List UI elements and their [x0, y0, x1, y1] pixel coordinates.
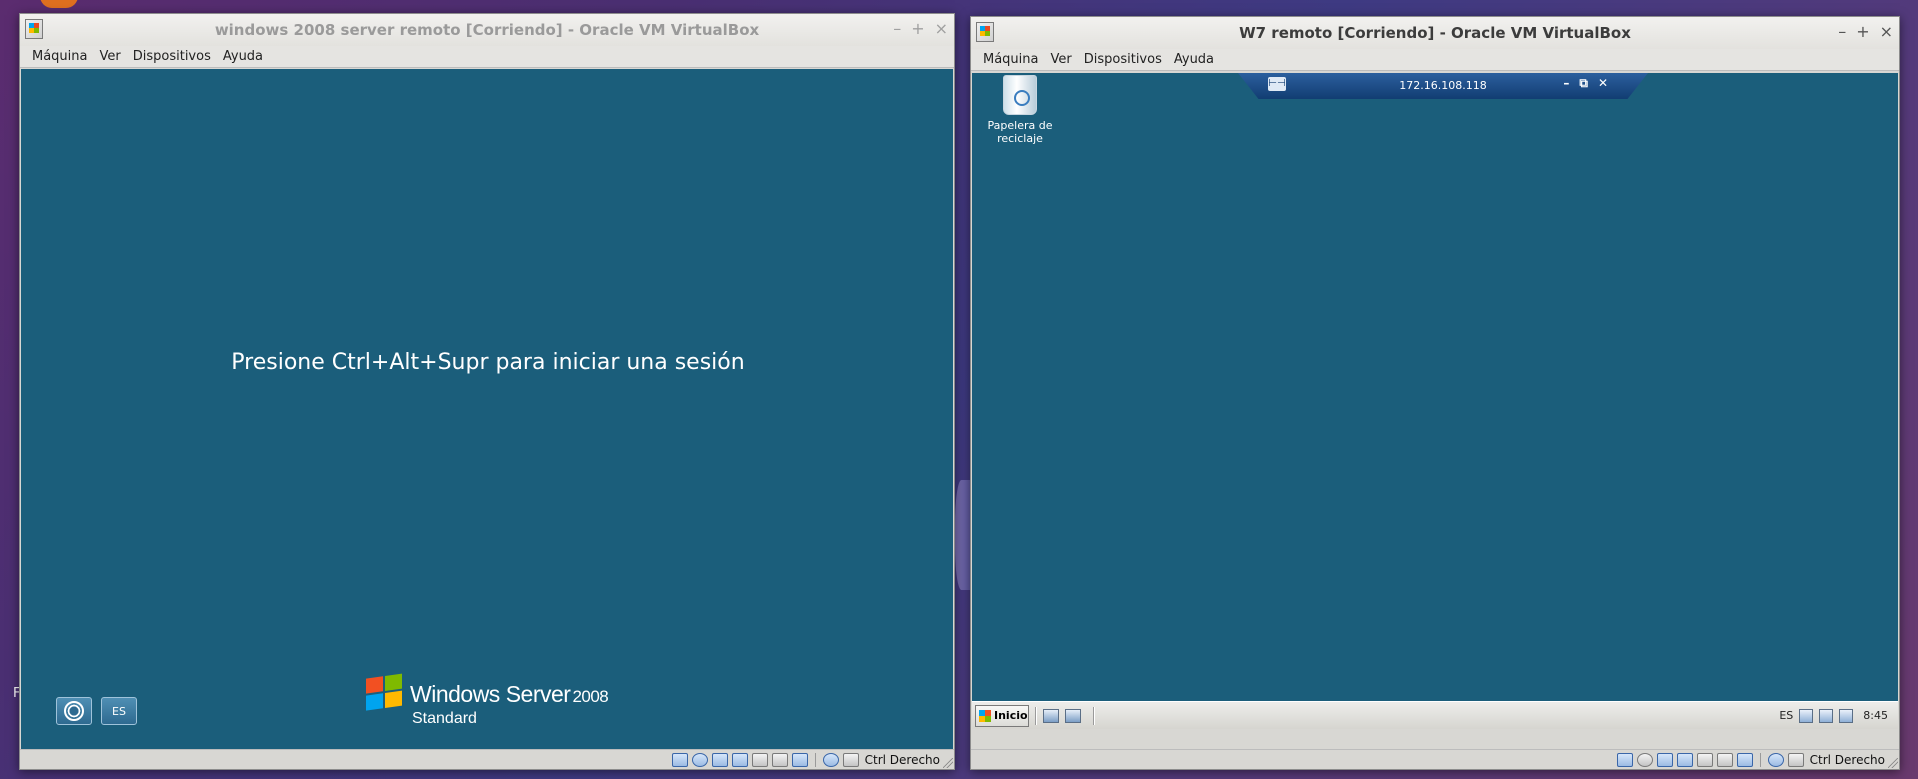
menu-dispositivos[interactable]: Dispositivos — [1078, 52, 1168, 67]
window-titlebar[interactable]: windows 2008 server remoto [Corriendo] -… — [20, 14, 954, 46]
windows-flag-icon — [979, 709, 991, 722]
menu-maquina[interactable]: Máquina — [977, 52, 1045, 67]
vm-os-icon[interactable] — [25, 19, 43, 39]
recycle-bin-icon — [1003, 75, 1037, 115]
usb-icon[interactable] — [1696, 752, 1713, 767]
audio-icon[interactable] — [711, 752, 728, 767]
shared-folder-icon[interactable] — [771, 752, 788, 767]
tray-clock[interactable]: 8:45 — [1863, 709, 1888, 722]
maximize-button[interactable]: + — [911, 20, 924, 38]
desktop-app-logo — [40, 0, 78, 8]
taskbar-divider — [1093, 706, 1095, 725]
guest-taskbar: Inicio ES 8:45 — [972, 701, 1898, 729]
login-prompt-text: Presione Ctrl+Alt+Supr para iniciar una … — [231, 350, 745, 375]
video-capture-icon[interactable] — [791, 752, 808, 767]
windows-flag-icon — [366, 673, 404, 712]
windows-server-logo: Windows Server 2008 Standard — [366, 673, 636, 734]
vm-window-w7[interactable]: W7 remoto [Corriendo] - Oracle VM Virtua… — [970, 16, 1900, 770]
tray-app-icon[interactable] — [1799, 708, 1814, 723]
vm-window-windows-2008[interactable]: windows 2008 server remoto [Corriendo] -… — [19, 13, 955, 770]
network-icon[interactable] — [1676, 752, 1693, 767]
menu-maquina[interactable]: Máquina — [26, 49, 94, 64]
vm-screen[interactable]: Papelera de reciclaje ⊢⊣ 172.16.108.118 … — [972, 73, 1898, 729]
resize-grip[interactable] — [1888, 758, 1898, 768]
resize-grip[interactable] — [943, 758, 953, 768]
rdp-restore-button[interactable]: ⧉ — [1579, 76, 1588, 91]
keyboard-capture-icon[interactable] — [842, 752, 859, 767]
window-titlebar[interactable]: W7 remoto [Corriendo] - Oracle VM Virtua… — [971, 17, 1899, 49]
start-button[interactable]: Inicio — [975, 704, 1029, 727]
start-label: Inicio — [994, 709, 1028, 722]
minimize-button[interactable]: – — [1838, 23, 1846, 41]
vm-screen[interactable]: Presione Ctrl+Alt+Supr para iniciar una … — [21, 69, 953, 755]
desktop-wallpaper-shape — [955, 480, 971, 590]
video-capture-icon[interactable] — [1736, 752, 1753, 767]
recycle-bin-label: Papelera de reciclaje — [987, 119, 1053, 145]
optical-drive-icon[interactable] — [1636, 752, 1653, 767]
brand-name: Windows Server — [410, 681, 571, 707]
mouse-integration-icon[interactable] — [1767, 752, 1784, 767]
menu-bar: Máquina Ver Dispositivos Ayuda — [971, 49, 1899, 71]
accessibility-icon — [64, 701, 84, 721]
menu-ver[interactable]: Ver — [1045, 52, 1078, 67]
tray-network-icon[interactable] — [1819, 708, 1834, 723]
audio-icon[interactable] — [1656, 752, 1673, 767]
keyboard-capture-icon[interactable] — [1787, 752, 1804, 767]
vm-os-icon[interactable] — [976, 22, 994, 42]
brand-year: 2008 — [572, 687, 609, 706]
menu-dispositivos[interactable]: Dispositivos — [127, 49, 217, 64]
brand-edition: Standard — [412, 710, 477, 727]
network-icon[interactable] — [731, 752, 748, 767]
hard-disk-icon[interactable] — [1616, 752, 1633, 767]
tray-volume-icon[interactable] — [1839, 708, 1854, 723]
language-button[interactable]: ES — [101, 697, 137, 725]
status-divider — [1759, 752, 1761, 767]
maximize-button[interactable]: + — [1856, 23, 1869, 41]
menu-ver[interactable]: Ver — [94, 49, 127, 64]
hard-disk-icon[interactable] — [671, 752, 688, 767]
remote-desktop-connection-bar: ⊢⊣ 172.16.108.118 – ⧉ ✕ — [1238, 73, 1648, 99]
recycle-bin-shortcut[interactable]: Papelera de reciclaje — [984, 75, 1056, 145]
close-button[interactable]: × — [935, 20, 948, 38]
window-title: windows 2008 server remoto [Corriendo] -… — [214, 21, 760, 39]
ease-of-access-button[interactable] — [56, 697, 92, 725]
host-key-label: Ctrl Derecho — [1809, 752, 1885, 767]
window-title: W7 remoto [Corriendo] - Oracle VM Virtua… — [1239, 24, 1631, 42]
network-quicklaunch-icon[interactable] — [1043, 708, 1059, 723]
optical-drive-icon[interactable] — [691, 752, 708, 767]
minimize-button[interactable]: – — [893, 20, 901, 38]
mouse-integration-icon[interactable] — [822, 752, 839, 767]
status-bar: Ctrl Derecho — [971, 749, 1899, 769]
menu-ayuda[interactable]: Ayuda — [1168, 52, 1220, 67]
system-tray: ES 8:45 — [1779, 705, 1898, 727]
rdp-close-button[interactable]: ✕ — [1598, 76, 1608, 91]
taskbar-divider — [1035, 706, 1037, 725]
shared-folder-icon[interactable] — [1716, 752, 1733, 767]
tray-language-indicator[interactable]: ES — [1779, 709, 1793, 722]
menu-ayuda[interactable]: Ayuda — [217, 49, 269, 64]
close-button[interactable]: × — [1880, 23, 1893, 41]
rdp-minimize-button[interactable]: – — [1563, 76, 1569, 91]
menu-bar: Máquina Ver Dispositivos Ayuda — [20, 46, 954, 68]
status-divider — [814, 752, 816, 767]
usb-icon[interactable] — [751, 752, 768, 767]
show-desktop-icon[interactable] — [1065, 708, 1081, 723]
host-key-label: Ctrl Derecho — [864, 752, 940, 767]
status-bar: Ctrl Derecho — [20, 749, 954, 769]
